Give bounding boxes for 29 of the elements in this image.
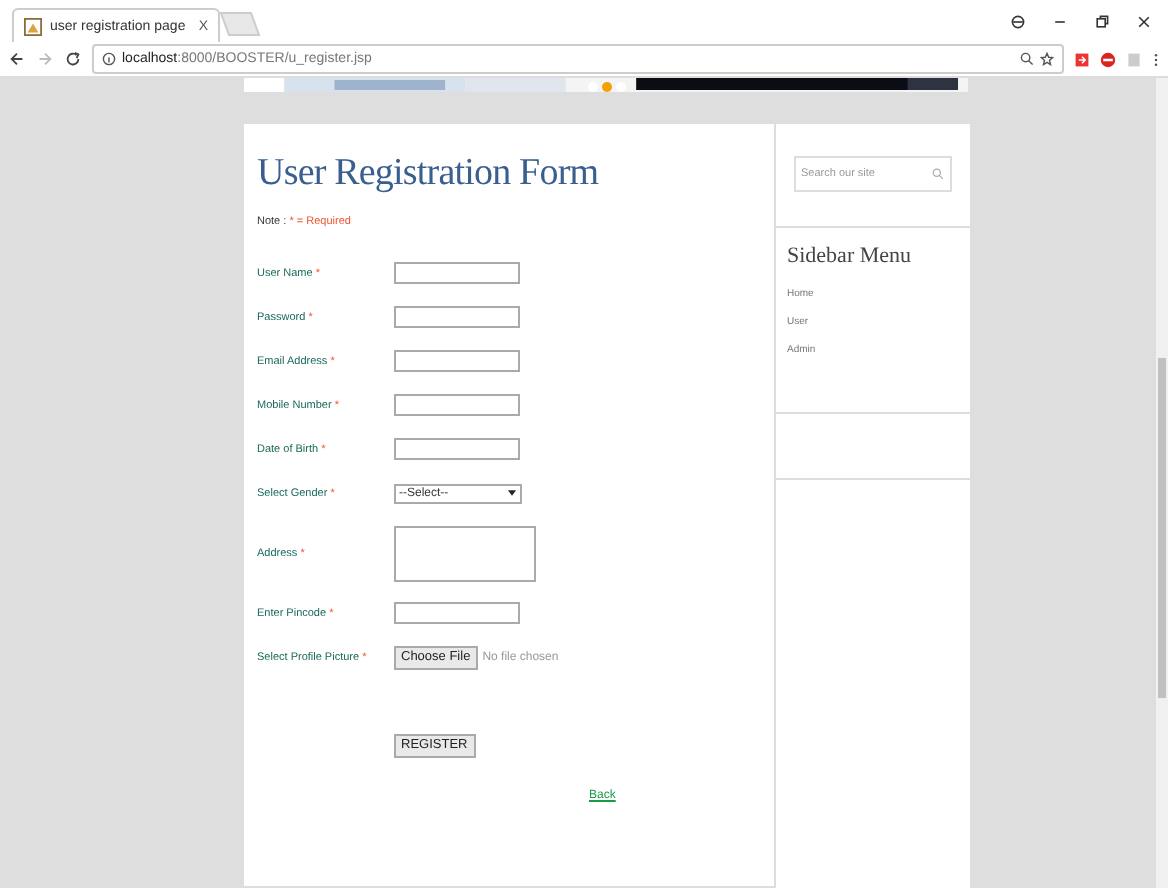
input-field[interactable]	[393, 438, 519, 460]
form-title: User Registration Form	[257, 152, 601, 196]
account-icon[interactable]	[1010, 13, 1026, 29]
star-icon[interactable]	[1040, 52, 1054, 66]
menu-icon[interactable]	[1152, 51, 1160, 67]
search-icon	[931, 168, 943, 180]
reload-icon[interactable]	[64, 50, 82, 68]
extension-icon[interactable]	[1074, 51, 1090, 67]
caret-icon	[507, 490, 515, 496]
input-field[interactable]	[393, 306, 519, 328]
input-field[interactable]	[393, 262, 519, 284]
back-arrow-icon[interactable]	[8, 50, 26, 68]
slide-dot[interactable]	[602, 82, 612, 92]
scrollbar[interactable]	[1156, 78, 1168, 888]
forward-arrow-icon[interactable]	[36, 50, 54, 68]
info-icon	[102, 52, 116, 66]
input-field[interactable]	[393, 350, 519, 372]
stop-sign-icon[interactable]	[1100, 51, 1116, 67]
slide-dot[interactable]	[616, 82, 626, 92]
sidebar-title: Sidebar Menu	[787, 244, 914, 268]
zoom-icon[interactable]	[1020, 52, 1034, 66]
close-icon[interactable]	[1136, 13, 1152, 29]
restore-icon[interactable]	[1094, 13, 1110, 29]
slide-dot[interactable]	[588, 82, 598, 92]
input-field[interactable]	[393, 602, 519, 624]
page-icon	[24, 17, 42, 35]
address-textarea[interactable]	[393, 525, 535, 581]
input-field[interactable]	[393, 394, 519, 416]
new-tab-button[interactable]	[219, 12, 261, 36]
